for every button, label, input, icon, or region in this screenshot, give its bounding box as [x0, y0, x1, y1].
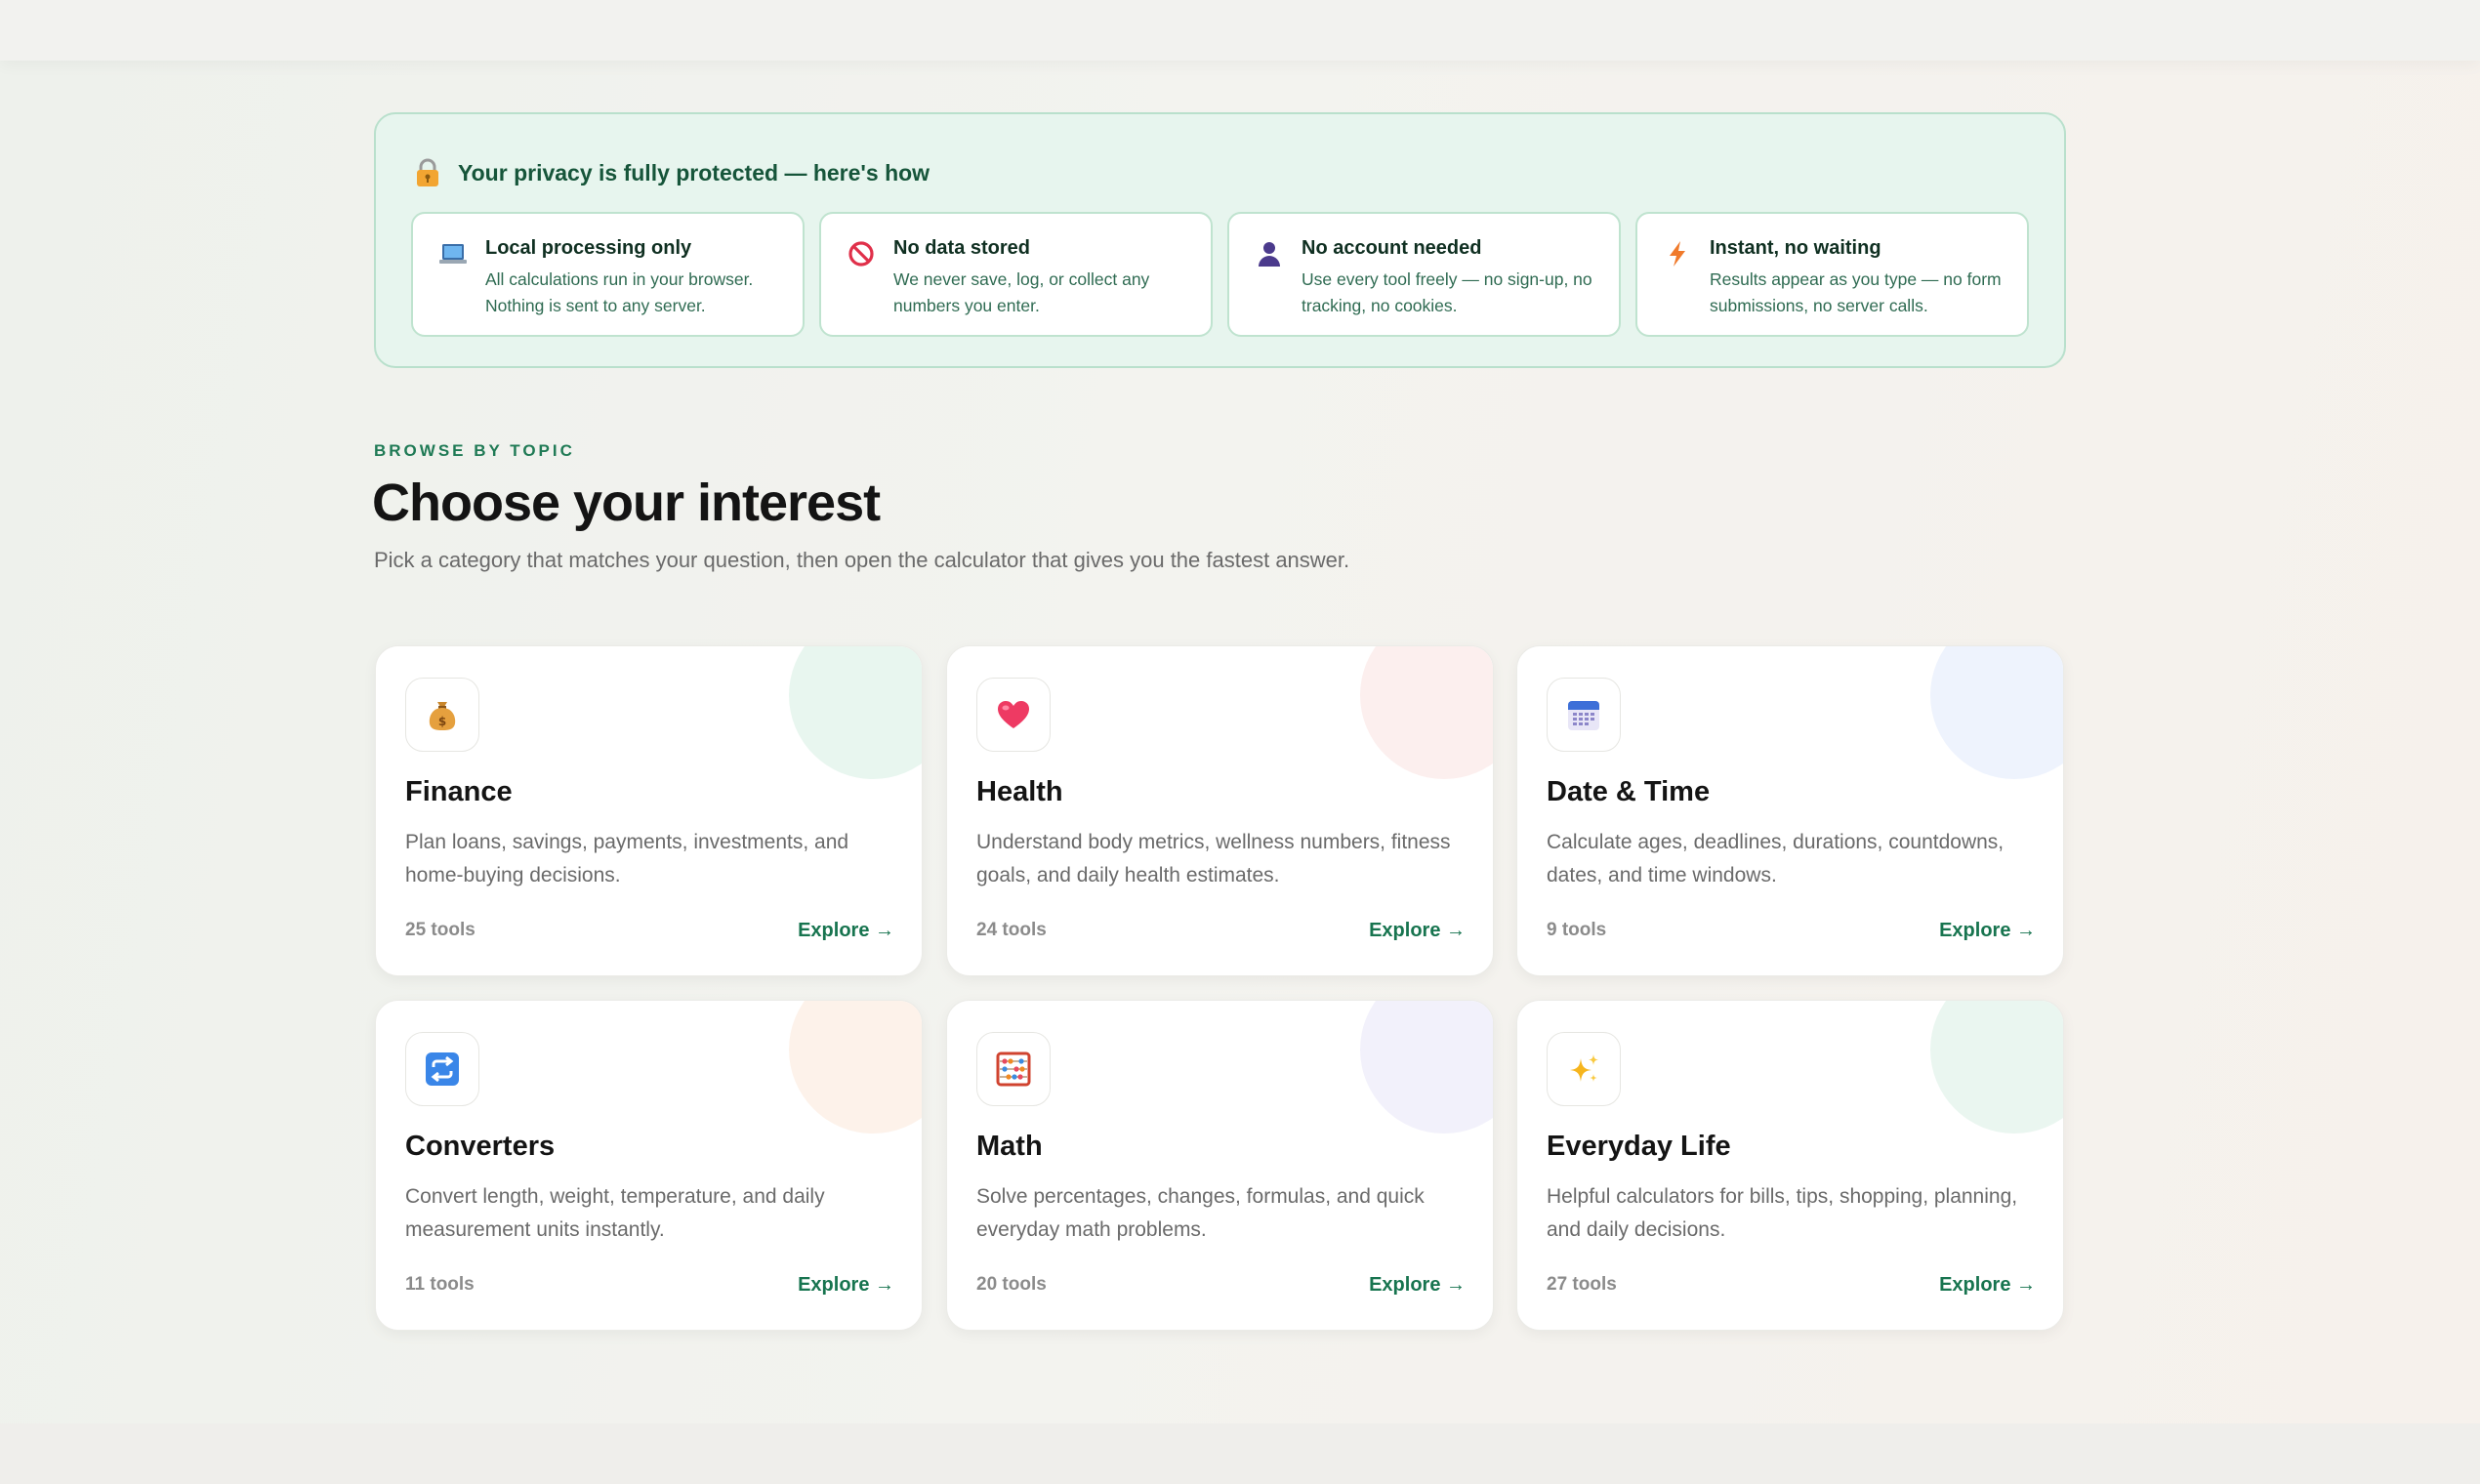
card-icon-box	[1547, 1032, 1621, 1106]
category-card-everyday-life[interactable]: Everyday Life Helpful calculators for bi…	[1516, 1000, 2064, 1331]
privacy-item-title: Instant, no waiting	[1710, 237, 1881, 259]
section-subtitle: Pick a category that matches your questi…	[374, 548, 1350, 572]
category-card-date-time[interactable]: Date & Time Calculate ages, deadlines, d…	[1516, 645, 2064, 976]
card-icon-box	[405, 1032, 479, 1106]
bottom-strip	[0, 1423, 2480, 1484]
privacy-item-text: Use every tool freely — no sign-up, no t…	[1302, 269, 1592, 315]
card-tool-count: 11 tools	[405, 1274, 475, 1295]
card-tool-count: 9 tools	[1547, 920, 1607, 940]
card-decoration	[1930, 646, 2063, 779]
card-description: Solve percentages, changes, formulas, an…	[976, 1185, 1425, 1241]
category-card-finance[interactable]: $ Finance Plan loans, savings, payments,…	[375, 645, 923, 976]
card-decoration	[1360, 646, 1493, 779]
category-card-converters[interactable]: Converters Convert length, weight, tempe…	[375, 1000, 923, 1331]
svg-text:$: $	[438, 715, 446, 728]
card-description: Convert length, weight, temperature, and…	[405, 1185, 825, 1241]
money-bag-icon: $	[429, 702, 456, 730]
explore-link[interactable]: Explore →	[1369, 920, 1466, 942]
privacy-item-no-account: No account needed Use every tool freely …	[1227, 212, 1621, 337]
section-eyebrow: BROWSE BY TOPIC	[374, 441, 575, 460]
card-description: Understand body metrics, wellness number…	[976, 831, 1451, 886]
card-tool-count: 24 tools	[976, 920, 1047, 940]
privacy-panel: Your privacy is fully protected — here's…	[374, 112, 2066, 368]
laptop-icon	[439, 244, 467, 264]
card-icon-box	[1547, 678, 1621, 752]
card-icon-box: $	[405, 678, 479, 752]
card-decoration	[789, 646, 922, 779]
lightning-icon	[1670, 241, 1685, 267]
card-tool-count: 20 tools	[976, 1274, 1047, 1295]
privacy-item-no-data-stored: No data stored We never save, log, or co…	[819, 212, 1213, 337]
card-title: Health	[976, 776, 1063, 807]
abacus-icon	[996, 1051, 1031, 1087]
card-description: Calculate ages, deadlines, durations, co…	[1547, 831, 2005, 886]
card-title: Date & Time	[1547, 776, 1711, 807]
card-tool-count: 27 tools	[1547, 1274, 1617, 1295]
privacy-item-local-processing: Local processing only All calculations r…	[411, 212, 805, 337]
privacy-item-text: We never save, log, or collect any numbe…	[893, 269, 1150, 315]
explore-link[interactable]: Explore →	[798, 920, 894, 942]
repeat-icon	[426, 1052, 459, 1086]
privacy-title: Your privacy is fully protected — here's…	[458, 159, 930, 186]
card-decoration	[789, 1001, 922, 1134]
category-card-health[interactable]: Health Understand body metrics, wellness…	[946, 645, 1494, 976]
explore-link[interactable]: Explore →	[1939, 920, 2036, 942]
card-title: Math	[976, 1131, 1043, 1162]
privacy-header: Your privacy is fully protected — here's…	[415, 153, 930, 192]
privacy-item-instant: Instant, no waiting Results appear as yo…	[1635, 212, 2029, 337]
lock-icon	[417, 158, 438, 186]
card-icon-box	[976, 678, 1051, 752]
card-description: Plan loans, savings, payments, investmen…	[405, 831, 849, 886]
card-decoration	[1360, 1001, 1493, 1134]
heart-icon	[998, 701, 1029, 728]
explore-link[interactable]: Explore →	[798, 1274, 894, 1297]
category-card-math[interactable]: Math Solve percentages, changes, formula…	[946, 1000, 1494, 1331]
card-tool-count: 25 tools	[405, 920, 475, 940]
explore-link[interactable]: Explore →	[1939, 1274, 2036, 1297]
explore-link[interactable]: Explore →	[1369, 1274, 1466, 1297]
privacy-item-text: Results appear as you type — no form sub…	[1710, 269, 2002, 315]
privacy-item-title: No data stored	[893, 237, 1031, 259]
card-description: Helpful calculators for bills, tips, sho…	[1547, 1185, 2018, 1241]
card-title: Finance	[405, 776, 513, 807]
card-decoration	[1930, 1001, 2063, 1134]
sparkles-icon	[1570, 1054, 1598, 1082]
privacy-item-text: All calculations run in your browser. No…	[485, 269, 754, 315]
privacy-item-title: No account needed	[1302, 237, 1482, 259]
card-title: Everyday Life	[1547, 1131, 1731, 1162]
no-entry-icon	[848, 241, 874, 267]
card-icon-box	[976, 1032, 1051, 1106]
privacy-item-title: Local processing only	[485, 237, 692, 259]
user-icon	[1259, 242, 1280, 267]
top-header-strip	[0, 0, 2480, 61]
card-title: Converters	[405, 1131, 556, 1162]
section-title: Choose your interest	[372, 474, 881, 532]
calendar-icon	[1568, 701, 1599, 730]
